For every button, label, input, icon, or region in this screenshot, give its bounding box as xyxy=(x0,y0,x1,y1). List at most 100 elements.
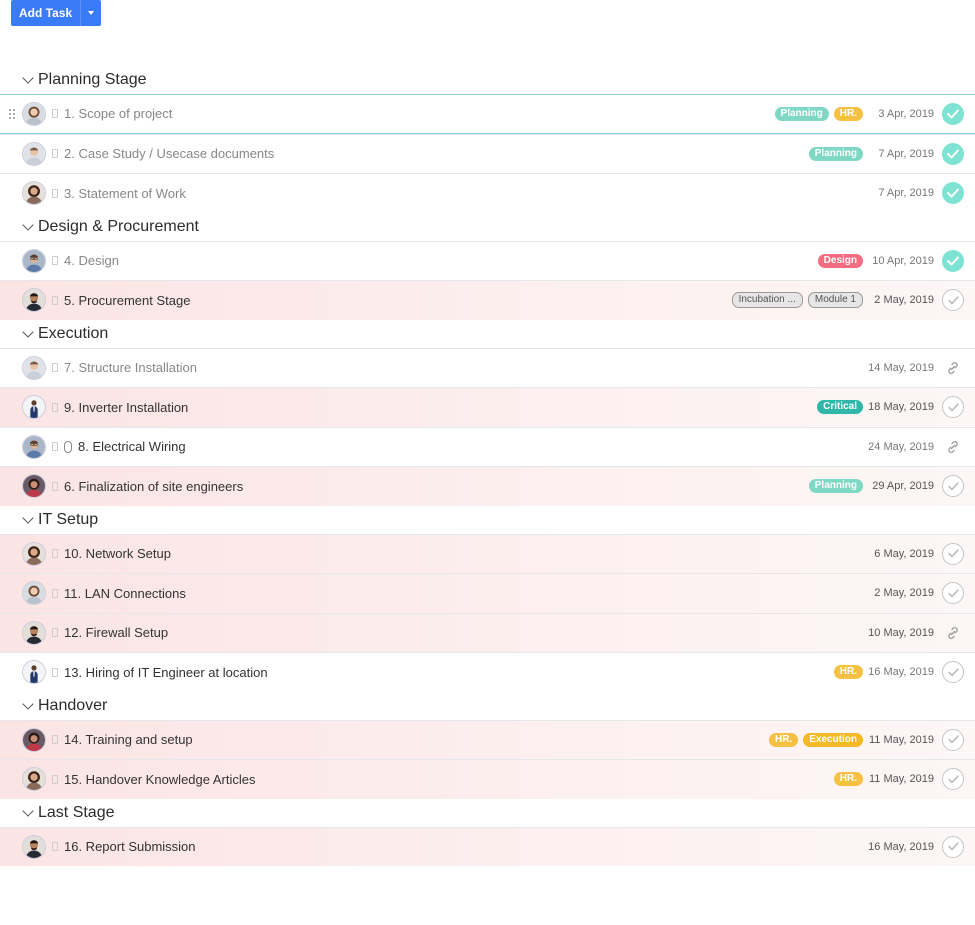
assignee-avatar[interactable] xyxy=(22,395,46,420)
task-row[interactable]: 9. Inverter Installation Critical 18 May, … xyxy=(0,387,975,427)
task-tag[interactable]: Module 1 xyxy=(807,292,863,309)
completed-check-icon[interactable] xyxy=(942,249,964,272)
task-name[interactable]: 11. LAN Connections xyxy=(64,586,186,601)
task-row[interactable]: 7. Structure Installation 14 May, 2019 xyxy=(0,347,975,388)
complete-task-check-icon[interactable] xyxy=(942,661,964,684)
task-name[interactable]: 6. Finalization of site engineers xyxy=(64,479,243,494)
task-checkbox[interactable] xyxy=(52,549,58,559)
task-row[interactable]: 6. Finalization of site engineers Plannin… xyxy=(0,466,975,506)
link-icon[interactable] xyxy=(942,436,964,458)
task-checkbox[interactable] xyxy=(52,256,58,266)
completed-check-icon[interactable] xyxy=(942,142,964,165)
complete-task-check-icon[interactable] xyxy=(942,289,964,312)
due-date[interactable]: 2 May, 2019 xyxy=(868,587,934,599)
assignee-avatar[interactable] xyxy=(22,620,46,645)
task-row[interactable]: 13. Hiring of IT Engineer at location HR.… xyxy=(0,652,975,692)
task-name[interactable]: 15. Handover Knowledge Articles xyxy=(64,772,256,787)
task-tag[interactable]: Planning xyxy=(808,479,863,494)
assignee-avatar[interactable] xyxy=(22,727,46,752)
task-row[interactable]: 2. Case Study / Usecase documents Plannin… xyxy=(0,133,975,174)
task-name[interactable]: 5. Procurement Stage xyxy=(64,293,190,308)
task-row[interactable]: 14. Training and setup HR. Execution 11 May… xyxy=(0,719,975,759)
group-header[interactable]: Design & Procurement xyxy=(0,213,975,241)
group-header[interactable]: Execution xyxy=(0,320,975,348)
task-row[interactable]: 10. Network Setup 6 May, 2019 xyxy=(0,533,975,573)
task-name[interactable]: 14. Training and setup xyxy=(64,732,193,747)
due-date[interactable]: 16 May, 2019 xyxy=(868,666,934,678)
task-name[interactable]: 3. Statement of Work xyxy=(64,186,186,201)
task-checkbox[interactable] xyxy=(52,481,58,491)
task-row[interactable]: 8. Electrical Wiring 24 May, 2019 xyxy=(0,426,975,467)
assignee-avatar[interactable] xyxy=(22,767,46,792)
task-checkbox[interactable] xyxy=(52,295,58,305)
assignee-avatar[interactable] xyxy=(22,660,46,685)
task-name[interactable]: 2. Case Study / Usecase documents xyxy=(64,146,274,161)
task-tag[interactable]: HR. xyxy=(833,665,863,680)
assignee-avatar[interactable] xyxy=(22,434,46,459)
task-row[interactable]: 5. Procurement Stage Incubation ... Module… xyxy=(0,280,975,320)
link-icon[interactable] xyxy=(942,357,964,379)
task-row[interactable]: 11. LAN Connections 2 May, 2019 xyxy=(0,573,975,613)
task-row[interactable]: 4. Design Design 10 Apr, 2019 xyxy=(0,240,975,281)
task-row[interactable]: 3. Statement of Work 7 Apr, 2019 xyxy=(0,173,975,213)
due-date[interactable]: 14 May, 2019 xyxy=(868,362,934,374)
complete-task-check-icon[interactable] xyxy=(942,835,964,858)
task-checkbox[interactable] xyxy=(52,628,58,638)
due-date[interactable]: 10 Apr, 2019 xyxy=(868,255,934,267)
task-checkbox[interactable] xyxy=(52,109,58,119)
task-tag[interactable]: Execution xyxy=(803,732,863,747)
complete-task-check-icon[interactable] xyxy=(942,768,964,791)
chevron-down-icon[interactable] xyxy=(22,511,34,524)
complete-task-check-icon[interactable] xyxy=(942,582,964,605)
group-header[interactable]: Planning Stage xyxy=(0,66,975,94)
task-row[interactable]: 16. Report Submission 16 May, 2019 xyxy=(0,826,975,866)
due-date[interactable]: 11 May, 2019 xyxy=(868,734,934,746)
task-name[interactable]: 9. Inverter Installation xyxy=(64,400,188,415)
due-date[interactable]: 29 Apr, 2019 xyxy=(868,480,934,492)
drag-handle-icon[interactable] xyxy=(9,109,15,119)
due-date[interactable]: 6 May, 2019 xyxy=(868,548,934,560)
group-header[interactable]: Handover xyxy=(0,692,975,720)
assignee-avatar[interactable] xyxy=(22,101,46,126)
completed-check-icon[interactable] xyxy=(942,102,964,125)
complete-task-check-icon[interactable] xyxy=(942,728,964,751)
chevron-down-icon[interactable] xyxy=(22,218,34,231)
task-row[interactable]: 1. Scope of project Planning HR. 3 Apr, 201… xyxy=(0,94,975,134)
task-name[interactable]: 4. Design xyxy=(64,253,119,268)
task-tag[interactable]: Planning xyxy=(774,106,829,121)
due-date[interactable]: 16 May, 2019 xyxy=(868,841,934,853)
chevron-down-icon[interactable] xyxy=(22,697,34,710)
chevron-down-icon[interactable] xyxy=(22,804,34,817)
task-row[interactable]: 12. Firewall Setup 10 May, 2019 xyxy=(0,612,975,652)
assignee-avatar[interactable] xyxy=(22,355,46,380)
task-name[interactable]: 10. Network Setup xyxy=(64,546,171,561)
add-task-button[interactable]: Add Task xyxy=(11,0,82,26)
assignee-avatar[interactable] xyxy=(22,581,46,606)
task-tag[interactable]: Design xyxy=(817,253,863,268)
due-date[interactable]: 7 Apr, 2019 xyxy=(868,187,934,199)
add-task-dropdown-button[interactable] xyxy=(81,0,101,26)
group-header[interactable]: Last Stage xyxy=(0,799,975,827)
group-header[interactable]: IT Setup xyxy=(0,506,975,534)
task-name[interactable]: 12. Firewall Setup xyxy=(64,625,168,640)
complete-task-check-icon[interactable] xyxy=(942,475,964,498)
assignee-avatar[interactable] xyxy=(22,181,46,206)
task-checkbox[interactable] xyxy=(52,363,58,373)
task-checkbox[interactable] xyxy=(52,402,58,412)
due-date[interactable]: 18 May, 2019 xyxy=(868,401,934,413)
task-checkbox[interactable] xyxy=(52,735,58,745)
chevron-down-icon[interactable] xyxy=(22,325,34,338)
assignee-avatar[interactable] xyxy=(22,541,46,566)
due-date[interactable]: 2 May, 2019 xyxy=(868,294,934,306)
task-checkbox[interactable] xyxy=(52,149,58,159)
due-date[interactable]: 11 May, 2019 xyxy=(868,773,934,785)
due-date[interactable]: 3 Apr, 2019 xyxy=(868,108,934,120)
task-tag[interactable]: HR. xyxy=(768,732,799,747)
task-name[interactable]: 16. Report Submission xyxy=(64,839,196,854)
task-name[interactable]: 8. Electrical Wiring xyxy=(78,439,186,454)
task-tag[interactable]: Critical xyxy=(817,400,863,415)
task-name[interactable]: 13. Hiring of IT Engineer at location xyxy=(64,665,268,680)
task-checkbox[interactable] xyxy=(52,842,58,852)
task-name[interactable]: 7. Structure Installation xyxy=(64,360,197,375)
chevron-down-icon[interactable] xyxy=(22,72,34,84)
